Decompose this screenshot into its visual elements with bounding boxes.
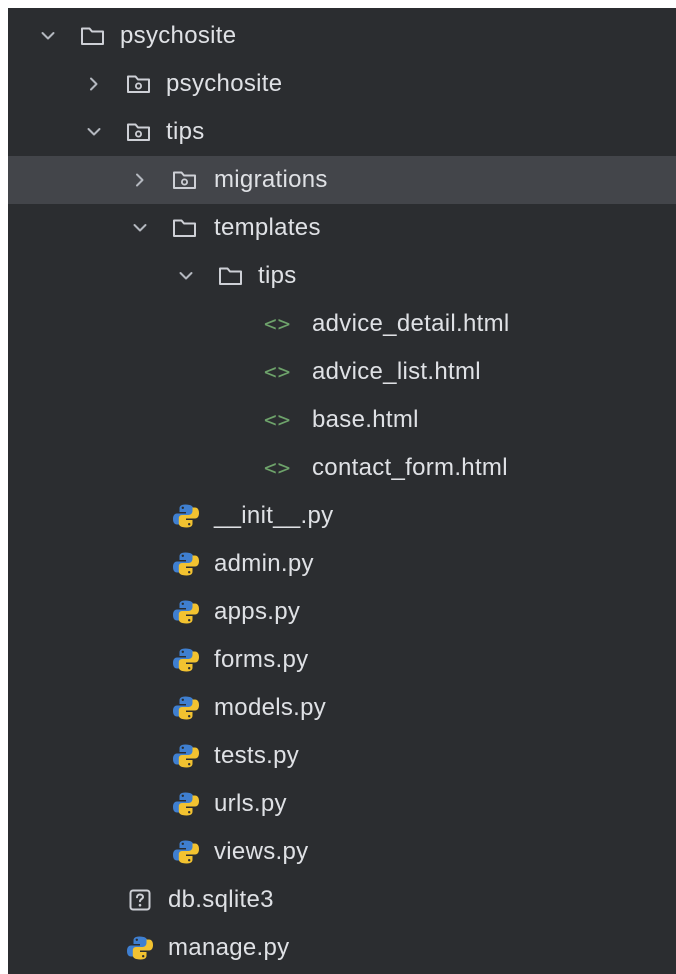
html-file-icon: <> [264,360,292,384]
tree-item-label: tests.py [214,742,300,769]
python-file-icon [172,732,200,780]
tree-item-templates[interactable]: templates [8,204,676,252]
tree-item-views-py[interactable]: views.py [8,828,676,876]
tree-item-label: __init__.py [214,502,334,529]
tree-item-label: admin.py [214,550,314,577]
unknown-file-icon [128,876,152,924]
package-folder-icon [126,60,152,108]
tree-item-label: psychosite [120,22,237,49]
tree-item-tests-py[interactable]: tests.py [8,732,676,780]
tree-item-label: forms.py [214,646,309,673]
tree-item-forms-py[interactable]: forms.py [8,636,676,684]
tree-item-label: contact_form.html [312,454,508,481]
tree-item-label: views.py [214,838,309,865]
tree-item-label: tips [258,262,297,289]
tree-item-label: models.py [214,694,327,721]
tree-item-tips-package[interactable]: tips [8,108,676,156]
tree-item-label: urls.py [214,790,287,817]
folder-icon [218,252,244,300]
html-file-icon: <> [264,456,292,480]
tree-item-label: templates [214,214,321,241]
chevron-down-icon[interactable] [38,12,58,60]
tree-item-label: db.sqlite3 [168,886,274,913]
tree-item-label: psychosite [166,70,283,97]
folder-icon [80,12,106,60]
tree-item-advice-detail-html[interactable]: <> advice_detail.html [8,300,676,348]
project-tree-panel: psychosite psychosite tips migrations te… [8,8,676,974]
tree-item-apps-py[interactable]: apps.py [8,588,676,636]
tree-item-manage-py[interactable]: manage.py [8,924,676,972]
tree-item-tips-templates-folder[interactable]: tips [8,252,676,300]
python-file-icon [172,684,200,732]
tree-item-psychosite-package[interactable]: psychosite [8,60,676,108]
python-file-icon [172,828,200,876]
tree-item-migrations[interactable]: migrations [8,156,676,204]
screenshot-frame: psychosite psychosite tips migrations te… [0,0,676,974]
chevron-right-icon[interactable] [130,156,150,204]
tree-item-label: base.html [312,406,419,433]
tree-item-advice-list-html[interactable]: <> advice_list.html [8,348,676,396]
tree-item-urls-py[interactable]: urls.py [8,780,676,828]
html-file-icon: <> [264,312,292,336]
chevron-down-icon[interactable] [176,252,196,300]
package-folder-icon [172,156,198,204]
html-file-icon: <> [264,408,292,432]
tree-item-label: apps.py [214,598,301,625]
tree-item-psychosite-root[interactable]: psychosite [8,12,676,60]
tree-item-label: manage.py [168,934,290,961]
tree-item-models-py[interactable]: models.py [8,684,676,732]
python-file-icon [172,540,200,588]
python-file-icon [172,492,200,540]
tree-item-base-html[interactable]: <> base.html [8,396,676,444]
tree-item-contact-form-html[interactable]: <> contact_form.html [8,444,676,492]
tree-item-label: advice_detail.html [312,310,510,337]
python-file-icon [172,780,200,828]
tree-item-db-sqlite3[interactable]: db.sqlite3 [8,876,676,924]
tree-item-label: migrations [214,166,328,193]
chevron-right-icon[interactable] [84,60,104,108]
package-folder-icon [126,108,152,156]
folder-icon [172,204,198,252]
tree-item-label: advice_list.html [312,358,481,385]
chevron-down-icon[interactable] [84,108,104,156]
python-file-icon [126,924,154,972]
tree-item-label: tips [166,118,205,145]
chevron-down-icon[interactable] [130,204,150,252]
python-file-icon [172,588,200,636]
tree-item-init-py[interactable]: __init__.py [8,492,676,540]
tree-item-admin-py[interactable]: admin.py [8,540,676,588]
python-file-icon [172,636,200,684]
